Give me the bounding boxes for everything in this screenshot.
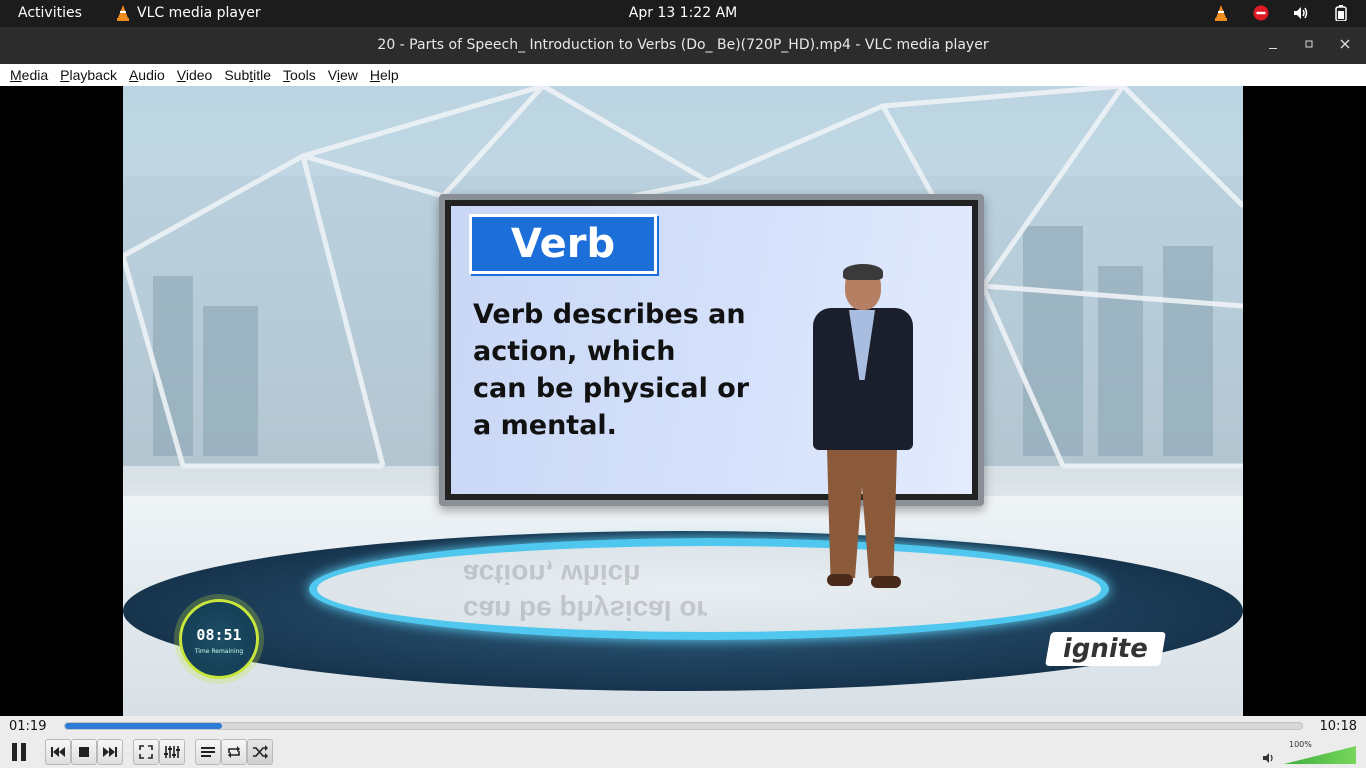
menu-view[interactable]: View bbox=[322, 67, 364, 83]
pause-button[interactable] bbox=[5, 738, 33, 766]
speaker-icon[interactable] bbox=[1262, 752, 1276, 767]
screen-reflection: can be physical or action, which bbox=[463, 559, 708, 626]
countdown-timer: 08:51 Time Remaining bbox=[179, 599, 259, 679]
fullscreen-icon bbox=[139, 745, 153, 759]
vlc-tray-icon[interactable] bbox=[1212, 4, 1230, 22]
playlist-button[interactable] bbox=[195, 739, 221, 765]
video-frame[interactable]: can be physical or action, which Verb Ve… bbox=[123, 86, 1243, 716]
skip-back-icon bbox=[51, 747, 65, 757]
control-panel: 01:19 10:18 100% bbox=[0, 716, 1366, 768]
next-button[interactable] bbox=[97, 739, 123, 765]
volume-slider[interactable]: 100% bbox=[1262, 740, 1358, 766]
maximize-button[interactable] bbox=[1302, 36, 1316, 54]
playlist-icon bbox=[201, 747, 215, 757]
activities-button[interactable]: Activities bbox=[18, 5, 82, 21]
stop-icon bbox=[79, 747, 89, 757]
menu-help[interactable]: Help bbox=[364, 67, 405, 83]
previous-button[interactable] bbox=[45, 739, 71, 765]
loop-icon bbox=[228, 746, 240, 758]
total-time[interactable]: 10:18 bbox=[1320, 719, 1357, 734]
system-top-bar: Activities VLC media player Apr 13 1:22 … bbox=[0, 0, 1366, 27]
extended-settings-button[interactable] bbox=[159, 739, 185, 765]
menu-tools[interactable]: Tools bbox=[277, 67, 322, 83]
window-title-bar[interactable]: 20 - Parts of Speech_ Introduction to Ve… bbox=[0, 27, 1366, 64]
timer-value: 08:51 bbox=[196, 626, 242, 644]
presenter bbox=[793, 264, 923, 594]
equalizer-icon bbox=[164, 746, 180, 758]
ignite-logo: ignite bbox=[1045, 632, 1166, 666]
timer-label: Time Remaining bbox=[194, 648, 244, 655]
menu-media[interactable]: Media bbox=[4, 67, 54, 83]
skip-forward-icon bbox=[103, 747, 117, 757]
verb-definition: Verb describes an action, which can be p… bbox=[473, 299, 750, 441]
app-name: VLC media player bbox=[137, 5, 261, 21]
vlc-cone-icon bbox=[117, 5, 129, 21]
minimize-button[interactable] bbox=[1266, 36, 1280, 54]
app-menu[interactable]: VLC media player bbox=[116, 5, 261, 21]
menu-bar: Media Playback Audio Video Subtitle Tools View… bbox=[0, 64, 1366, 86]
seek-bar[interactable] bbox=[64, 722, 1303, 730]
battery-icon[interactable] bbox=[1332, 4, 1350, 22]
elapsed-time[interactable]: 01:19 bbox=[9, 719, 46, 734]
verb-heading: Verb bbox=[469, 214, 657, 274]
seek-progress bbox=[65, 723, 223, 729]
video-area[interactable]: can be physical or action, which Verb Ve… bbox=[0, 86, 1366, 716]
stop-button[interactable] bbox=[71, 739, 97, 765]
shuffle-icon bbox=[253, 745, 268, 759]
fullscreen-button[interactable] bbox=[133, 739, 159, 765]
menu-subtitle[interactable]: Subtitle bbox=[218, 67, 277, 83]
close-button[interactable] bbox=[1338, 36, 1352, 54]
volume-icon[interactable] bbox=[1292, 4, 1310, 22]
random-button[interactable] bbox=[247, 739, 273, 765]
floor-light-ring bbox=[309, 538, 1109, 640]
menu-video[interactable]: Video bbox=[171, 67, 219, 83]
pause-icon bbox=[12, 743, 26, 761]
menu-audio[interactable]: Audio bbox=[123, 67, 171, 83]
volume-percent: 100% bbox=[1289, 740, 1312, 749]
clock[interactable]: Apr 13 1:22 AM bbox=[629, 5, 737, 21]
do-not-disturb-icon[interactable] bbox=[1252, 4, 1270, 22]
menu-playback[interactable]: Playback bbox=[54, 67, 123, 83]
loop-button[interactable] bbox=[221, 739, 247, 765]
window-title: 20 - Parts of Speech_ Introduction to Ve… bbox=[377, 37, 989, 53]
